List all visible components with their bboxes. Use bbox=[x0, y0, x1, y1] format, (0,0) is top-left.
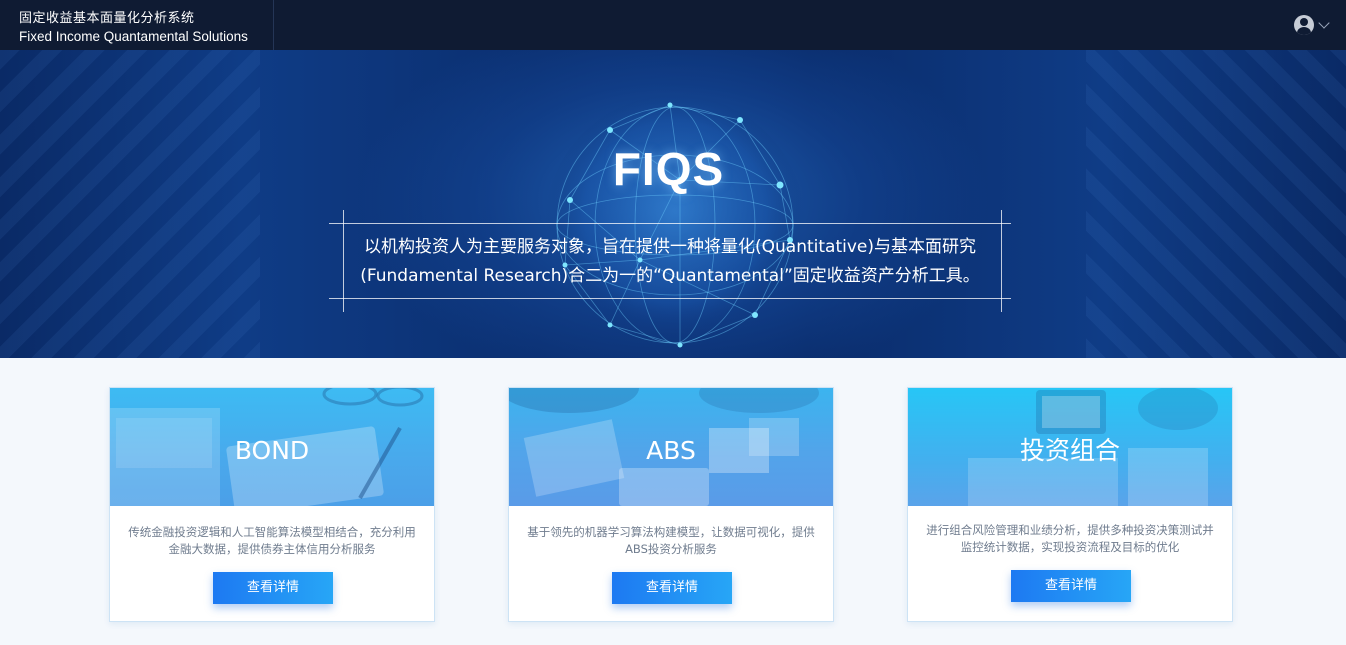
card-description-bond: 传统金融投资逻辑和人工智能算法模型相结合，充分利用金融大数据，提供债券主体信用分… bbox=[128, 525, 416, 556]
product-card-bond: BOND 传统金融投资逻辑和人工智能算法模型相结合，充分利用金融大数据，提供债券… bbox=[109, 387, 435, 622]
card-image-bond: BOND bbox=[110, 388, 434, 506]
product-card-abs: ABS 基于领先的机器学习算法构建模型，让数据可视化，提供ABS投资分析服务 查… bbox=[508, 387, 834, 622]
app-title-english: Fixed Income Quantamental Solutions bbox=[19, 29, 248, 44]
view-details-button-abs[interactable]: 查看详情 bbox=[612, 572, 732, 604]
card-description-portfolio: 进行组合风险管理和业绩分析，提供多种投资决策测试并监控统计数据，实现投资流程及目… bbox=[926, 523, 1214, 554]
tagline-frame: 以机构投资人为主要服务对象，旨在提供一种将量化(Quantitative)与基本… bbox=[329, 210, 1011, 313]
hero-banner: FIQS 以机构投资人为主要服务对象，旨在提供一种将量化(Quantitativ… bbox=[0, 50, 1346, 358]
hero-decoration-right bbox=[1086, 50, 1346, 358]
card-image-abs: ABS bbox=[509, 388, 833, 506]
frame-line-right bbox=[1001, 210, 1002, 312]
app-brand[interactable]: 固定收益基本面量化分析系统 Fixed Income Quantamental … bbox=[0, 0, 274, 50]
chevron-down-icon[interactable] bbox=[1318, 17, 1330, 29]
tagline-line-1: 以机构投资人为主要服务对象，旨在提供一种将量化(Quantitative)与基本… bbox=[364, 237, 976, 257]
top-navigation-bar: 固定收益基本面量化分析系统 Fixed Income Quantamental … bbox=[0, 0, 1346, 50]
hero-title: FIQS bbox=[612, 143, 725, 195]
user-avatar-icon[interactable] bbox=[1294, 15, 1314, 35]
hero-tagline: 以机构投资人为主要服务对象，旨在提供一种将量化(Quantitative)与基本… bbox=[343, 233, 997, 291]
card-title-portfolio: 投资组合 bbox=[1019, 436, 1120, 465]
user-menu[interactable] bbox=[1294, 14, 1330, 36]
card-description-abs: 基于领先的机器学习算法构建模型，让数据可视化，提供ABS投资分析服务 bbox=[527, 525, 815, 556]
frame-line-bottom bbox=[329, 298, 1011, 299]
card-image-portfolio: 投资组合 bbox=[908, 388, 1232, 506]
tagline-line-2: (Fundamental Research)合二为一的“Quantamental… bbox=[360, 266, 980, 286]
view-details-button-portfolio[interactable]: 查看详情 bbox=[1011, 570, 1131, 602]
card-title-abs: ABS bbox=[646, 436, 696, 465]
app-title-chinese: 固定收益基本面量化分析系统 bbox=[19, 11, 195, 26]
product-card-portfolio: 投资组合 进行组合风险管理和业绩分析，提供多种投资决策测试并监控统计数据，实现投… bbox=[907, 387, 1233, 622]
frame-line-top bbox=[329, 223, 1011, 224]
hero-decoration-left bbox=[0, 50, 260, 358]
view-details-button-bond[interactable]: 查看详情 bbox=[213, 572, 333, 604]
card-title-bond: BOND bbox=[234, 436, 310, 465]
